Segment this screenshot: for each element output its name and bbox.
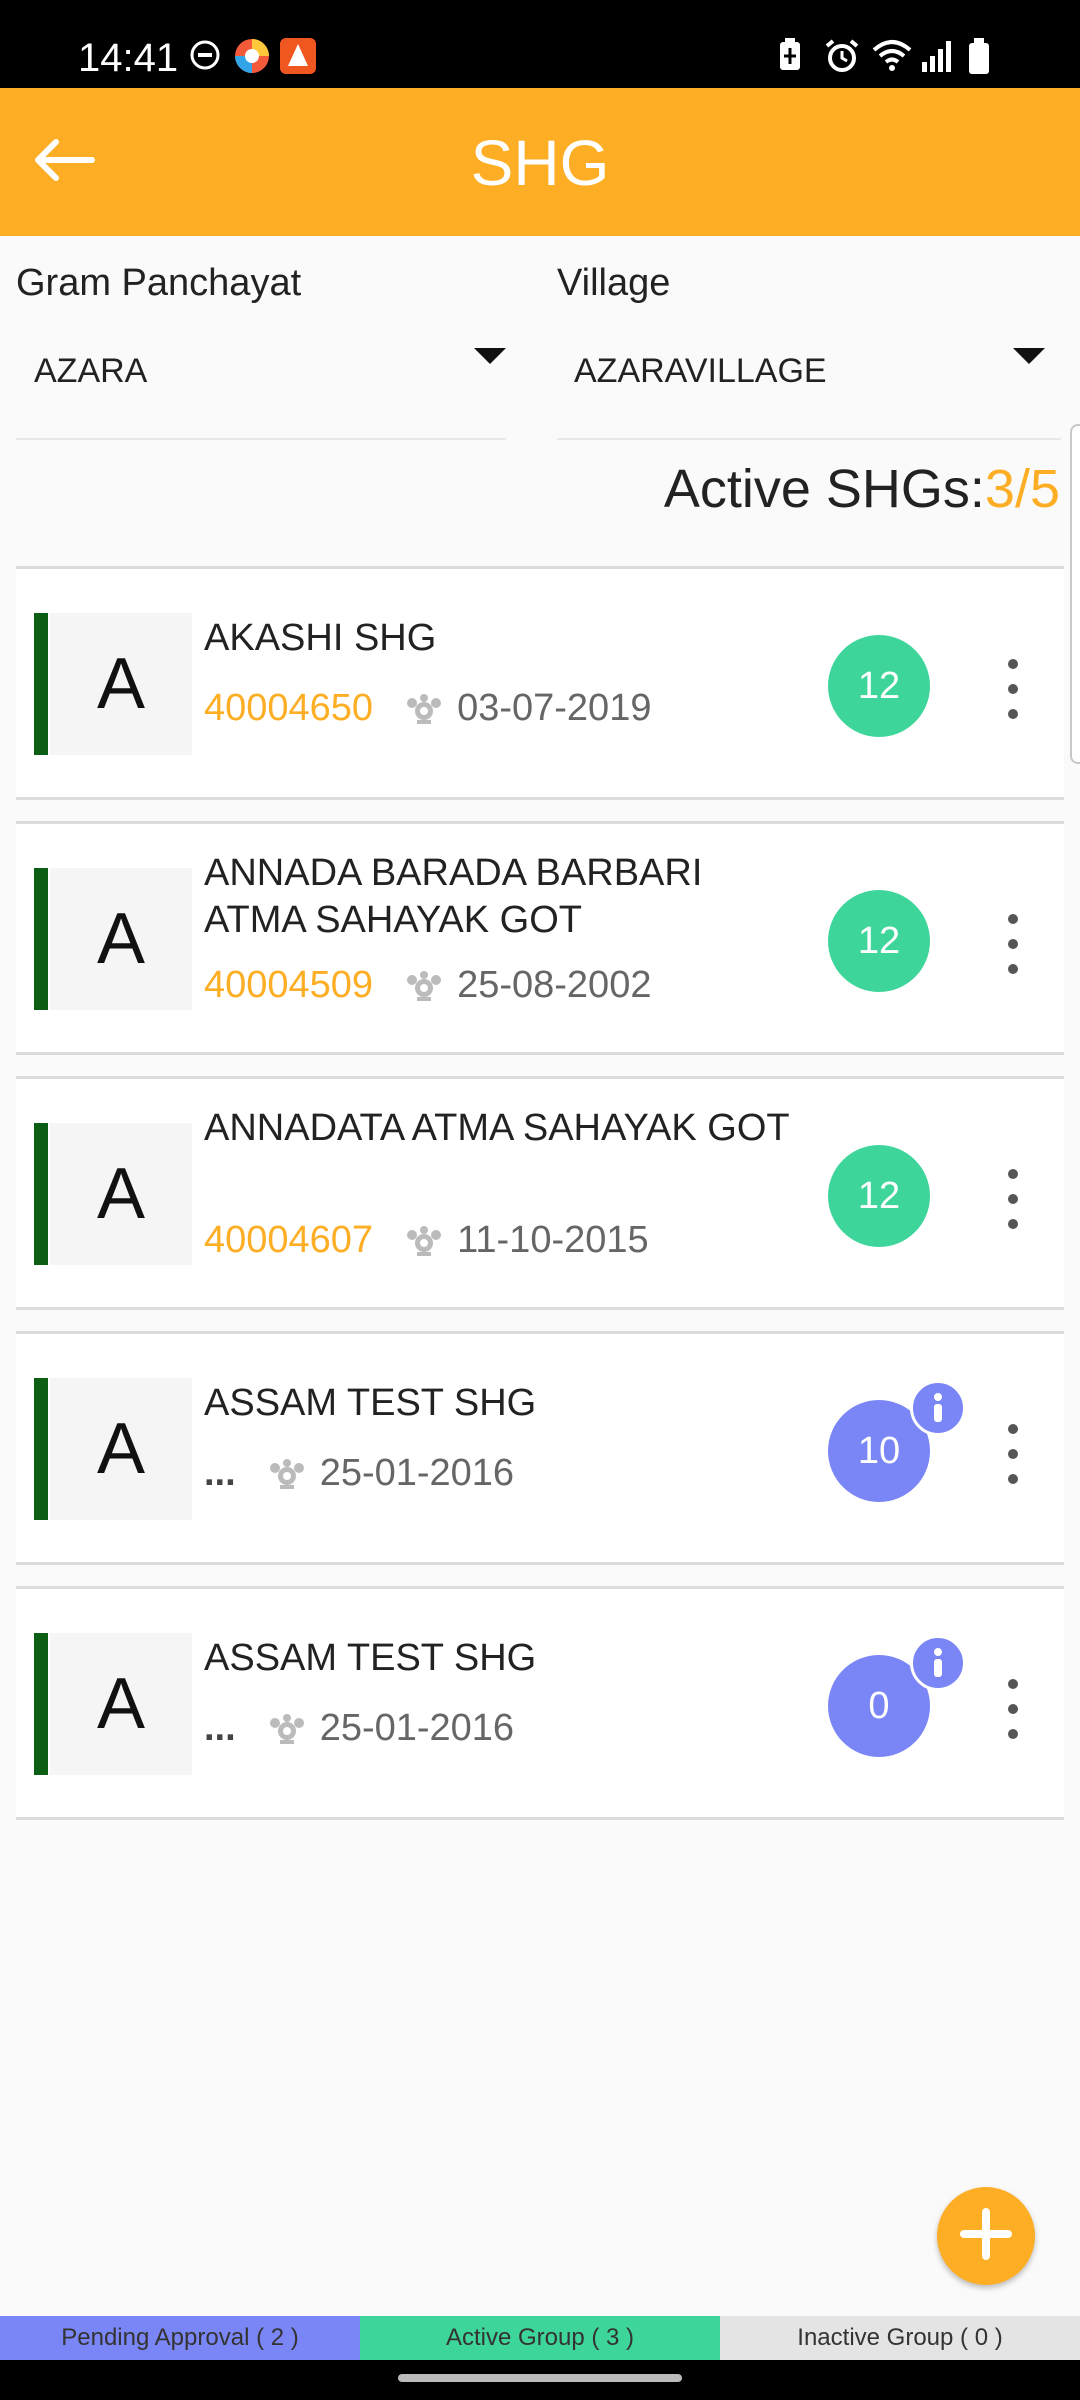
shg-code: 40004607 [204, 1219, 374, 1261]
status-indicator-bar [34, 1123, 48, 1265]
more-options-button[interactable] [998, 1424, 1028, 1484]
wifi-icon [872, 38, 912, 72]
shg-meta: 40004650 03-07-2019 [204, 687, 651, 730]
alarm-icon [824, 38, 859, 72]
members-icon [405, 1222, 443, 1260]
home-indicator[interactable] [398, 2374, 682, 2382]
shg-card[interactable]: A ASSAM TEST SHG... 25-01-2016 0 [16, 1586, 1064, 1820]
more-vert-icon [1008, 1169, 1018, 1179]
app-bar: SHG [0, 88, 1080, 236]
app-icon-colorful [234, 38, 269, 73]
battery-icon [968, 38, 1002, 74]
app-icon-orange [280, 38, 316, 74]
active-shgs-label: Active SHGs: [663, 459, 985, 519]
shg-meta: 40004607 11-10-2015 [204, 1219, 649, 1262]
more-options-button[interactable] [998, 1169, 1028, 1229]
formation-date: 11-10-2015 [457, 1219, 649, 1261]
tab-active-group[interactable]: Active Group ( 3 ) [360, 2316, 720, 2360]
more-options-button[interactable] [998, 1679, 1028, 1739]
info-icon[interactable] [910, 1380, 966, 1436]
active-shgs-count: 3/5 [984, 459, 1060, 519]
avatar: A [50, 613, 192, 755]
shg-name: ANNADATA ATMA SAHAYAK GOT [204, 1107, 790, 1149]
status-indicator-bar [34, 613, 48, 755]
shg-code: ... [204, 1452, 236, 1494]
battery-saver-icon [776, 38, 810, 72]
members-icon [405, 690, 443, 728]
dropdown-caret-icon [474, 348, 506, 364]
shg-meta: 40004509 25-08-2002 [204, 964, 651, 1007]
shg-code: 40004509 [204, 964, 374, 1006]
group-status-tabs: Pending Approval ( 2 ) Active Group ( 3 … [0, 2316, 1080, 2360]
gram-panchayat-label: Gram Panchayat [16, 262, 302, 304]
shg-card[interactable]: A ASSAM TEST SHG... 25-01-2016 10 [16, 1331, 1064, 1565]
village-label: Village [557, 262, 671, 304]
members-icon [268, 1710, 306, 1748]
avatar: A [50, 868, 192, 1010]
tab-pending-approval[interactable]: Pending Approval ( 2 ) [0, 2316, 360, 2360]
signal-icon [920, 38, 954, 72]
shg-name: AKASHI SHG [204, 617, 437, 659]
shg-name: ANNADA BARADA BARBARI ATMA SAHAYAK GOT [204, 852, 703, 941]
shg-code: 40004650 [204, 687, 374, 729]
member-count-badge: 12 [828, 1145, 930, 1247]
more-vert-icon [1008, 1424, 1018, 1434]
status-time: 14:41 [78, 36, 179, 80]
page-title: SHG [470, 127, 610, 199]
plus-icon [960, 2207, 1012, 2265]
status-indicator-bar [34, 1633, 48, 1775]
members-icon [405, 967, 443, 1005]
add-shg-button[interactable] [937, 2187, 1035, 2285]
formation-date: 03-07-2019 [457, 687, 652, 729]
more-options-button[interactable] [998, 914, 1028, 974]
shg-name: ASSAM TEST SHG [204, 1637, 537, 1679]
gram-panchayat-value: AZARA [34, 352, 148, 390]
more-vert-icon [1008, 659, 1018, 669]
info-icon[interactable] [910, 1635, 966, 1691]
formation-date: 25-01-2016 [319, 1452, 515, 1494]
more-options-button[interactable] [998, 659, 1028, 719]
shg-meta: ... 25-01-2016 [204, 1707, 514, 1750]
scrollbar[interactable] [1070, 424, 1080, 764]
more-vert-icon [1008, 1679, 1018, 1689]
formation-date: 25-08-2002 [457, 964, 652, 1006]
avatar: A [50, 1123, 192, 1265]
active-shgs-summary: Active SHGs:3/5 [664, 458, 1060, 520]
formation-date: 25-01-2016 [319, 1707, 515, 1749]
shg-card[interactable]: A AKASHI SHG 40004650 03-07-2019 12 [16, 566, 1064, 800]
avatar: A [50, 1633, 192, 1775]
shg-name: ASSAM TEST SHG [204, 1382, 537, 1424]
status-indicator-bar [34, 868, 48, 1010]
status-indicator-bar [34, 1378, 48, 1520]
more-vert-icon [1008, 914, 1018, 924]
tab-inactive-group[interactable]: Inactive Group ( 0 ) [720, 2316, 1080, 2360]
navigation-bar [0, 2360, 1080, 2400]
member-count-badge: 12 [828, 890, 930, 992]
shg-card[interactable]: A ANNADATA ATMA SAHAYAK GOT 40004607 11-10-… [16, 1076, 1064, 1310]
member-count-badge: 12 [828, 635, 930, 737]
status-bar: 14:41 [0, 0, 1080, 88]
village-value: AZARAVILLAGE [574, 352, 827, 390]
shg-meta: ... 25-01-2016 [204, 1452, 514, 1495]
members-icon [268, 1455, 306, 1493]
dropdown-caret-icon [1013, 348, 1045, 364]
shg-code: ... [204, 1707, 236, 1749]
shg-card[interactable]: A ANNADA BARADA BARBARI ATMA SAHAYAK GOT 4… [16, 821, 1064, 1055]
avatar: A [50, 1378, 192, 1520]
do-not-disturb-icon [188, 38, 222, 72]
